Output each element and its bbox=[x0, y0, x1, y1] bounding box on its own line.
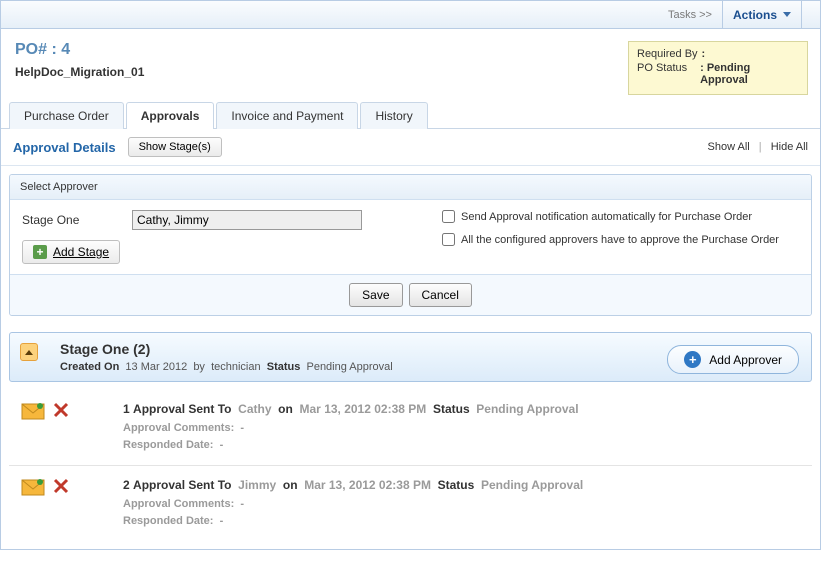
envelope-icon bbox=[21, 478, 45, 496]
approval-num: 2 bbox=[123, 478, 130, 492]
cancel-button[interactable]: Cancel bbox=[409, 283, 472, 307]
on-label: on bbox=[283, 478, 298, 492]
approval-num: 1 bbox=[123, 402, 130, 416]
hide-all-link[interactable]: Hide All bbox=[771, 141, 808, 153]
collapse-button[interactable] bbox=[20, 343, 38, 361]
responded-label: Responded Date: bbox=[123, 439, 213, 451]
add-approver-button[interactable]: + Add Approver bbox=[667, 345, 799, 374]
subheader: Approval Details Show Stage(s) Show All … bbox=[1, 129, 820, 166]
status-label: Status bbox=[433, 402, 470, 416]
header: PO# : 4 HelpDoc_Migration_01 Required By… bbox=[1, 29, 820, 101]
comments-value: - bbox=[240, 422, 244, 434]
select-approver-title: Select Approver bbox=[10, 175, 811, 200]
save-button[interactable]: Save bbox=[349, 283, 402, 307]
approval-item: 1 Approval Sent To Cathy on Mar 13, 2012… bbox=[9, 390, 812, 466]
chevron-up-icon bbox=[25, 350, 33, 355]
responded-value: - bbox=[220, 439, 224, 451]
status-label: Status bbox=[438, 478, 475, 492]
comments-label: Approval Comments: bbox=[123, 422, 234, 434]
top-bar: Tasks >> Actions bbox=[1, 1, 820, 29]
delete-icon[interactable] bbox=[53, 478, 69, 494]
required-by-label: Required By bbox=[637, 48, 698, 60]
select-approver-box: Select Approver Stage One + Add Stage bbox=[9, 174, 812, 316]
responded-value: - bbox=[220, 515, 224, 527]
add-approver-label: Add Approver bbox=[709, 353, 782, 367]
all-approve-label: All the configured approvers have to app… bbox=[461, 234, 779, 246]
on-value: Mar 13, 2012 02:38 PM bbox=[300, 402, 427, 416]
comments-value: - bbox=[240, 498, 244, 510]
on-value: Mar 13, 2012 02:38 PM bbox=[304, 478, 431, 492]
by-label: by bbox=[193, 361, 205, 373]
responded-label: Responded Date: bbox=[123, 515, 213, 527]
created-on-value: 13 Mar 2012 bbox=[125, 361, 187, 373]
po-status-value: : Pending Approval bbox=[700, 62, 799, 86]
show-stage-button[interactable]: Show Stage(s) bbox=[128, 137, 222, 157]
sent-to-label: Approval Sent To bbox=[133, 402, 231, 416]
status-value: Pending Approval bbox=[481, 478, 583, 492]
tab-purchase-order[interactable]: Purchase Order bbox=[9, 102, 124, 129]
actions-dropdown[interactable]: Actions bbox=[722, 1, 802, 28]
actions-label: Actions bbox=[733, 8, 777, 22]
notify-label: Send Approval notification automatically… bbox=[461, 211, 752, 223]
sent-to-value: Jimmy bbox=[238, 478, 276, 492]
show-all-link[interactable]: Show All bbox=[708, 141, 750, 153]
status-value: Pending Approval bbox=[306, 361, 392, 373]
po-status-label: PO Status bbox=[637, 62, 696, 74]
plus-circle-icon: + bbox=[684, 351, 701, 368]
on-label: on bbox=[278, 402, 293, 416]
add-stage-button[interactable]: + Add Stage bbox=[22, 240, 120, 264]
stage-one-input[interactable] bbox=[132, 210, 362, 230]
status-label: Status bbox=[267, 361, 301, 373]
sent-to-value: Cathy bbox=[238, 402, 271, 416]
tab-history[interactable]: History bbox=[360, 102, 427, 129]
status-value: Pending Approval bbox=[476, 402, 578, 416]
tab-invoice[interactable]: Invoice and Payment bbox=[216, 102, 358, 129]
po-label: PO# : bbox=[15, 41, 57, 58]
delete-icon[interactable] bbox=[53, 402, 69, 418]
stage-block: Stage One (2) Created On 13 Mar 2012 by … bbox=[9, 332, 812, 382]
all-approve-checkbox[interactable] bbox=[442, 233, 455, 246]
approval-details-title: Approval Details bbox=[13, 140, 116, 155]
comments-label: Approval Comments: bbox=[123, 498, 234, 510]
notify-checkbox[interactable] bbox=[442, 210, 455, 223]
approval-item: 2 Approval Sent To Jimmy on Mar 13, 2012… bbox=[9, 466, 812, 541]
tabs: Purchase Order Approvals Invoice and Pay… bbox=[1, 101, 820, 129]
envelope-icon bbox=[21, 402, 45, 420]
plus-icon: + bbox=[33, 245, 47, 259]
approval-list: 1 Approval Sent To Cathy on Mar 13, 2012… bbox=[1, 390, 820, 549]
status-box: Required By : PO Status : Pending Approv… bbox=[628, 41, 808, 95]
chevron-down-icon bbox=[783, 12, 791, 17]
required-by-value: : bbox=[702, 48, 706, 60]
tab-approvals[interactable]: Approvals bbox=[126, 102, 215, 129]
separator: | bbox=[759, 141, 762, 153]
by-value: technician bbox=[211, 361, 261, 373]
po-number: 4 bbox=[61, 41, 70, 58]
stage-one-label: Stage One bbox=[22, 213, 132, 227]
sent-to-label: Approval Sent To bbox=[133, 478, 231, 492]
tasks-link[interactable]: Tasks >> bbox=[658, 1, 722, 28]
created-on-label: Created On bbox=[60, 361, 119, 373]
add-stage-label: Add Stage bbox=[53, 245, 109, 259]
